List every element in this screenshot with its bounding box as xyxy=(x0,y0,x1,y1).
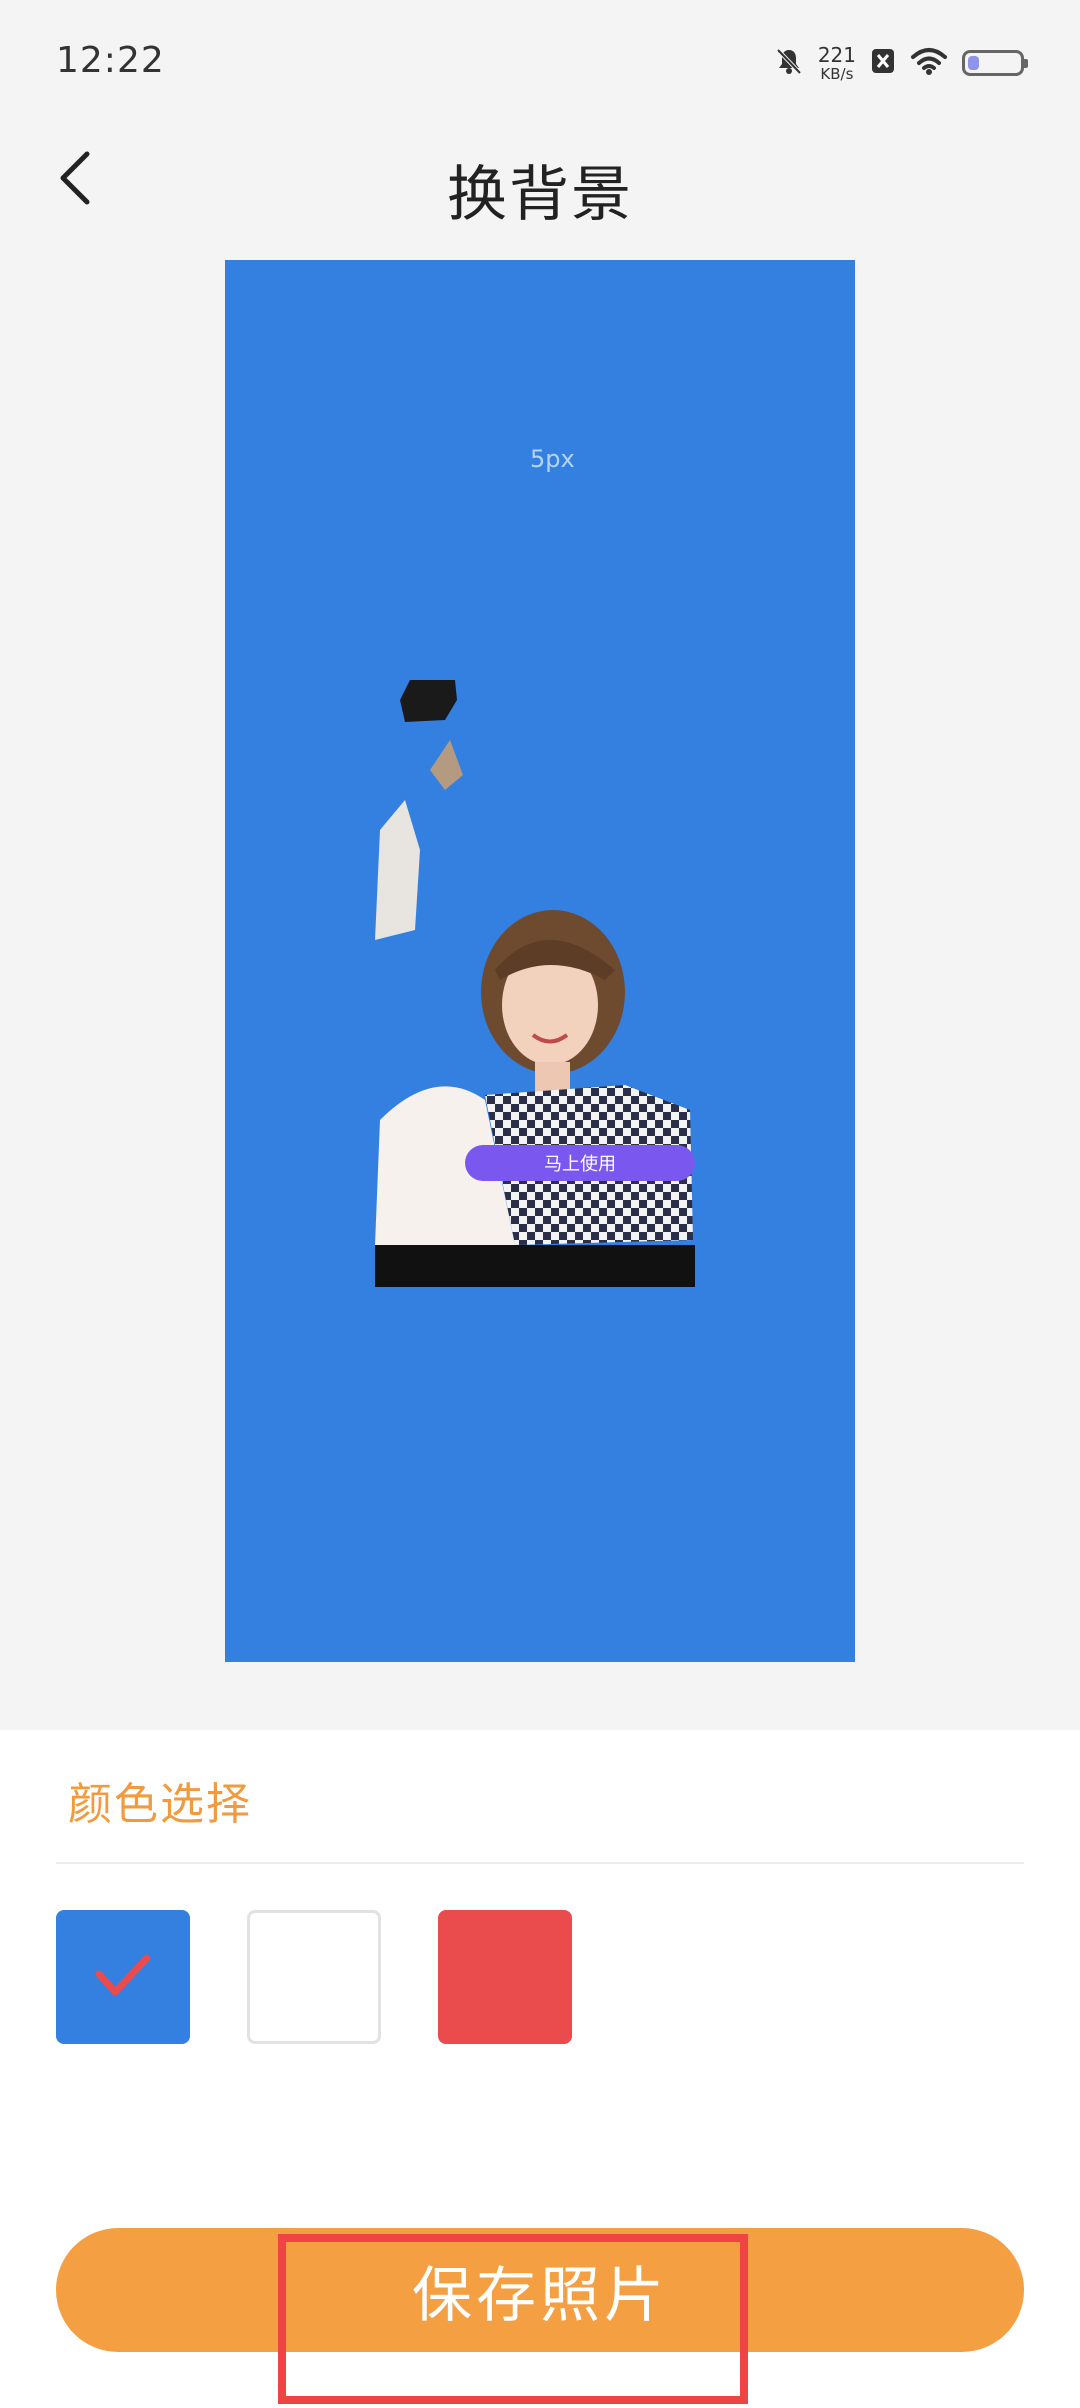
title-bar: 换背景 xyxy=(0,130,1080,230)
page-title: 换背景 xyxy=(447,160,633,230)
network-speed-unit: KB/s xyxy=(820,64,854,83)
portrait-cutout xyxy=(375,680,695,1287)
color-panel: 颜色选择 保存照片 xyxy=(0,1730,1080,2408)
color-swatch-blue[interactable] xyxy=(56,1910,190,2044)
network-speed: 221 KB/s xyxy=(818,45,856,82)
sim-off-icon xyxy=(870,46,896,80)
photo-preview: 5px 马上使用 xyxy=(225,260,855,1662)
network-speed-value: 221 xyxy=(817,42,856,67)
battery-cap xyxy=(1024,59,1028,68)
divider xyxy=(56,1862,1024,1864)
checkmark-icon xyxy=(93,1950,153,2004)
color-section-title: 颜色选择 xyxy=(68,1779,252,1830)
mute-bell-icon xyxy=(774,46,804,80)
preview-watermark: 5px xyxy=(530,445,575,473)
cutout-artifact-dark xyxy=(400,680,457,722)
wifi-icon xyxy=(910,46,948,80)
status-time: 12:22 xyxy=(56,40,165,81)
battery-level xyxy=(968,56,979,70)
status-icons: 221 KB/s xyxy=(774,40,1028,86)
cutout-artifact-arm xyxy=(375,800,420,940)
preview-overlay-button: 马上使用 xyxy=(465,1145,695,1181)
save-photo-button[interactable]: 保存照片 xyxy=(56,2228,1024,2352)
portrait-neck xyxy=(535,1062,570,1092)
color-swatch-white[interactable] xyxy=(247,1910,381,2044)
color-swatch-red[interactable] xyxy=(438,1910,572,2044)
preview-bottom-bar xyxy=(375,1245,695,1287)
battery-icon xyxy=(962,50,1028,76)
cutout-artifact-hand xyxy=(430,740,463,790)
status-bar: 12:22 221 KB/s xyxy=(0,0,1080,130)
